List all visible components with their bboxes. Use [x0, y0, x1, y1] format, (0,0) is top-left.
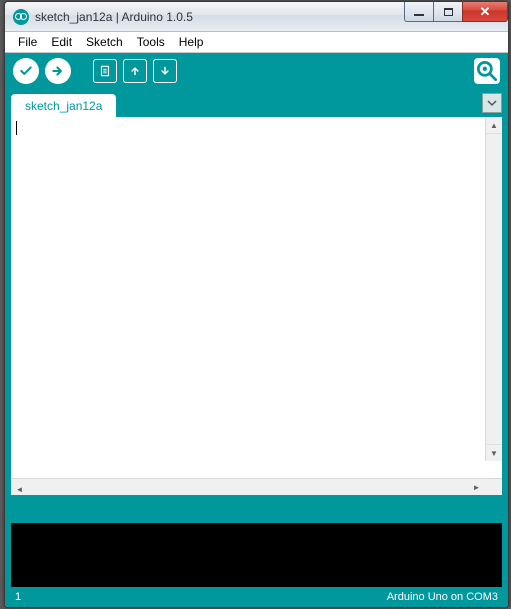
message-strip — [5, 495, 508, 523]
arrow-up-icon — [128, 64, 142, 78]
arrow-right-icon — [51, 64, 65, 78]
minimize-button[interactable] — [404, 2, 434, 22]
menu-edit[interactable]: Edit — [44, 33, 79, 51]
file-icon — [98, 64, 112, 78]
serial-monitor-button[interactable] — [474, 58, 500, 84]
upload-button[interactable] — [45, 58, 71, 84]
tab-active[interactable]: sketch_jan12a — [11, 94, 116, 117]
menu-tools[interactable]: Tools — [130, 33, 172, 51]
verify-button[interactable] — [13, 58, 39, 84]
menubar: File Edit Sketch Tools Help — [5, 32, 508, 53]
menu-file[interactable]: File — [11, 33, 44, 51]
vertical-scrollbar[interactable]: ▲ ▼ — [485, 117, 502, 461]
line-number: 1 — [15, 591, 21, 603]
tab-menu-button[interactable] — [482, 93, 502, 113]
new-button[interactable] — [93, 59, 117, 83]
open-button[interactable] — [123, 59, 147, 83]
tabbar: sketch_jan12a — [5, 89, 508, 117]
scroll-corner — [485, 479, 502, 495]
toolbar — [5, 53, 508, 89]
console-output[interactable] — [5, 523, 508, 587]
window-title: sketch_jan12a | Arduino 1.0.5 — [35, 10, 193, 24]
text-cursor — [16, 121, 17, 135]
statusbar: 1 Arduino Uno on COM3 — [5, 587, 508, 607]
close-button[interactable]: ✕ — [462, 2, 508, 22]
scroll-down-icon[interactable]: ▼ — [486, 444, 502, 461]
editor-area: ▲ ▼ ◄ ► — [5, 117, 508, 495]
arduino-ide-window: sketch_jan12a | Arduino 1.0.5 ✕ File Edi… — [4, 1, 509, 608]
scroll-left-icon[interactable]: ◄ — [11, 482, 28, 498]
check-icon — [19, 64, 33, 78]
board-port-label: Arduino Uno on COM3 — [387, 591, 498, 603]
magnifier-icon — [474, 58, 500, 84]
maximize-button[interactable] — [433, 2, 463, 22]
arduino-logo-icon — [13, 9, 29, 25]
arrow-down-icon — [158, 64, 172, 78]
scroll-right-icon[interactable]: ► — [468, 479, 485, 495]
titlebar[interactable]: sketch_jan12a | Arduino 1.0.5 ✕ — [5, 2, 508, 32]
menu-sketch[interactable]: Sketch — [79, 33, 130, 51]
window-controls: ✕ — [405, 2, 508, 22]
code-editor[interactable]: ▲ ▼ — [11, 117, 502, 478]
save-button[interactable] — [153, 59, 177, 83]
horizontal-scrollbar[interactable]: ◄ ► — [11, 478, 502, 495]
scroll-up-icon[interactable]: ▲ — [486, 117, 502, 134]
menu-help[interactable]: Help — [172, 33, 211, 51]
chevron-down-icon — [487, 98, 497, 108]
